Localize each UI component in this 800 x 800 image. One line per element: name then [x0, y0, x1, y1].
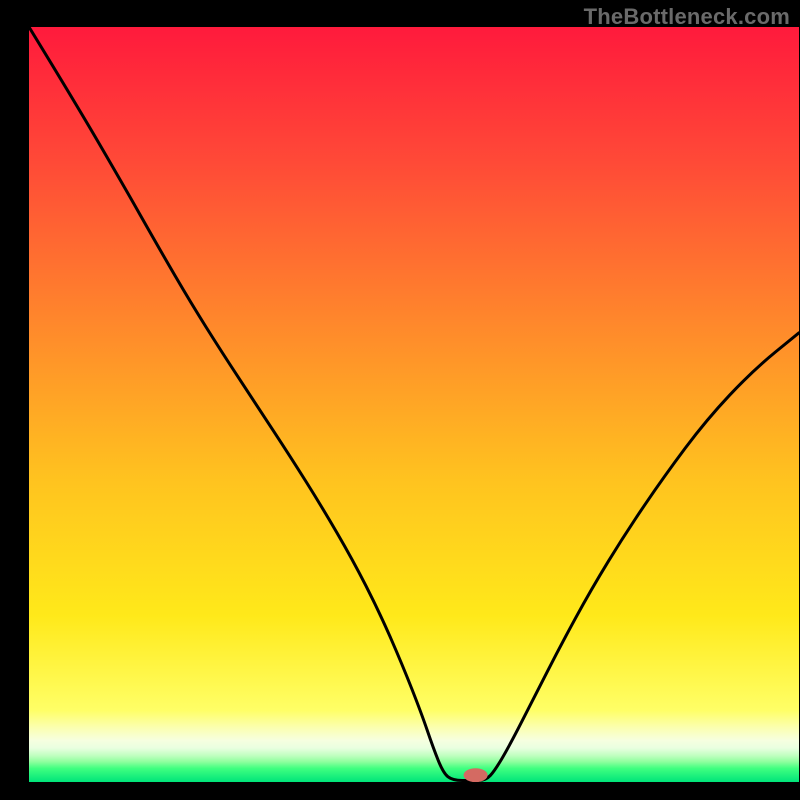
- bottleneck-chart: [0, 0, 800, 800]
- plot-background: [29, 27, 799, 782]
- watermark-text: TheBottleneck.com: [584, 4, 790, 30]
- chart-frame: TheBottleneck.com: [0, 0, 800, 800]
- optimum-marker: [464, 768, 488, 782]
